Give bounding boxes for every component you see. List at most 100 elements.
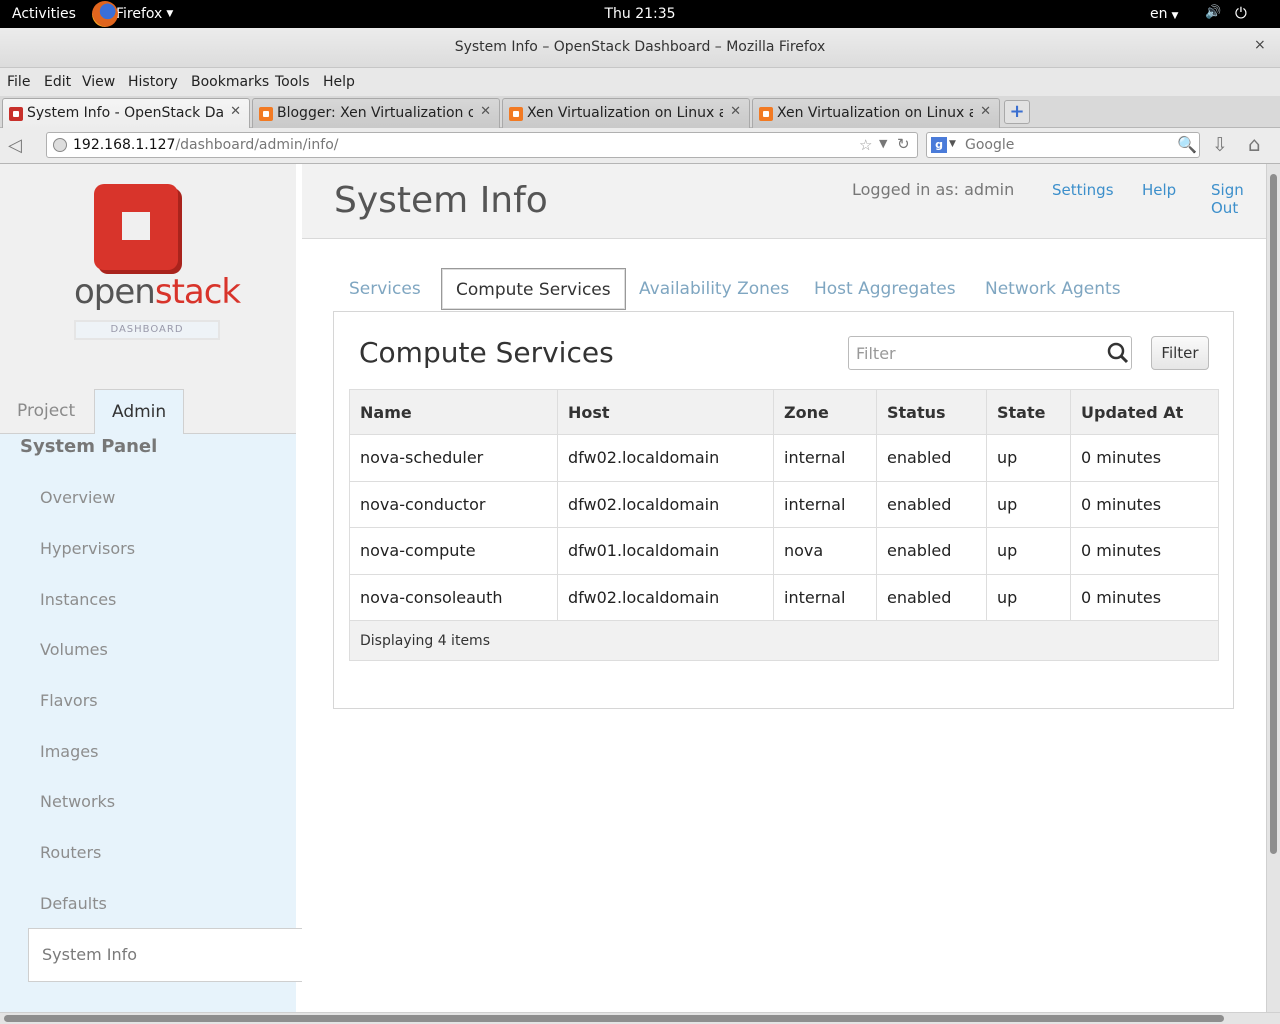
browser-tab-xen-2[interactable]: Xen Virtualization on Linux a... ✕ xyxy=(752,98,1000,128)
sidebar-item-overview[interactable]: Overview xyxy=(40,488,115,507)
search-bar[interactable]: g ▼ Google 🔍 xyxy=(926,132,1200,158)
sign-out-link[interactable]: Sign Out xyxy=(1211,181,1268,217)
menu-bookmarks[interactable]: Bookmarks xyxy=(191,74,269,90)
table-row: nova-scheduler dfw02.localdomain interna… xyxy=(349,434,1219,481)
activities-button[interactable]: Activities xyxy=(12,6,76,22)
horizontal-scrollbar[interactable] xyxy=(0,1012,1280,1024)
menu-edit[interactable]: Edit xyxy=(44,74,71,90)
help-link[interactable]: Help xyxy=(1142,181,1176,199)
menu-file[interactable]: File xyxy=(7,74,30,90)
sidebar-item-hypervisors[interactable]: Hypervisors xyxy=(40,539,135,558)
clock[interactable]: Thu 21:35 xyxy=(0,6,1280,22)
home-icon[interactable]: ⌂ xyxy=(1248,132,1261,156)
column-header-host[interactable]: Host xyxy=(557,389,774,435)
close-tab-icon[interactable]: ✕ xyxy=(730,104,741,119)
sidebar-item-instances[interactable]: Instances xyxy=(40,590,116,609)
table-footer-row: Displaying 4 items xyxy=(349,620,1219,661)
back-arrow-icon[interactable]: ◁ xyxy=(8,135,22,156)
table-row: nova-consoleauth dfw02.localdomain inter… xyxy=(349,573,1219,621)
app-menu-label: Firefox xyxy=(116,6,163,22)
main-content: System Info Logged in as: admin Settings… xyxy=(302,164,1268,1012)
blogger-favicon-icon xyxy=(259,107,273,121)
close-tab-icon[interactable]: ✕ xyxy=(230,104,241,119)
sidebar-item-defaults[interactable]: Defaults xyxy=(40,894,107,913)
close-tab-icon[interactable]: ✕ xyxy=(980,104,991,119)
sidebar-item-images[interactable]: Images xyxy=(40,742,98,761)
logged-in-user: Logged in as: admin xyxy=(852,180,1015,199)
cell-host: dfw02.localdomain xyxy=(557,573,774,621)
sidebar-item-system-info[interactable]: System Info xyxy=(28,928,304,982)
close-window-button[interactable]: × xyxy=(1254,37,1266,53)
volume-icon[interactable]: 🔊 xyxy=(1205,5,1221,20)
sidebar-item-networks[interactable]: Networks xyxy=(40,792,115,811)
cell-state: up xyxy=(986,573,1071,621)
search-icon[interactable]: 🔍 xyxy=(1177,135,1197,154)
page-header: System Info Logged in as: admin Settings… xyxy=(302,164,1268,239)
globe-icon xyxy=(53,138,67,152)
language-label: en xyxy=(1150,6,1168,22)
cell-state: up xyxy=(986,527,1071,574)
openstack-logo[interactable]: openstack DASHBOARD xyxy=(72,180,241,350)
cell-host: dfw01.localdomain xyxy=(557,527,774,574)
menu-history[interactable]: History xyxy=(128,74,178,90)
tab-admin[interactable]: Admin xyxy=(94,389,185,435)
download-icon[interactable]: ⇩ xyxy=(1212,134,1228,156)
cell-name: nova-compute xyxy=(349,527,558,574)
vertical-scrollbar-thumb[interactable] xyxy=(1270,174,1277,854)
tab-compute-services[interactable]: Compute Services xyxy=(441,268,626,310)
power-icon[interactable]: ⏻ xyxy=(1235,4,1247,22)
menu-help[interactable]: Help xyxy=(323,74,355,90)
system-panel-title[interactable]: System Panel xyxy=(20,436,157,457)
cell-name: nova-scheduler xyxy=(349,434,558,481)
column-header-updated-at[interactable]: Updated At xyxy=(1070,389,1219,435)
openstack-cube-icon xyxy=(94,184,178,270)
tab-services[interactable]: Services xyxy=(349,268,421,310)
app-menu[interactable]: Firefox ▼ xyxy=(92,1,174,27)
google-engine-icon[interactable]: g xyxy=(931,137,947,153)
tab-host-aggregates[interactable]: Host Aggregates xyxy=(814,268,956,310)
column-header-state[interactable]: State xyxy=(986,389,1071,435)
menu-tools[interactable]: Tools xyxy=(275,74,310,90)
cell-updated-at: 0 minutes xyxy=(1070,527,1219,574)
cell-zone: internal xyxy=(773,434,877,481)
vertical-scrollbar[interactable] xyxy=(1266,164,1280,1012)
new-tab-button[interactable]: + xyxy=(1004,100,1030,124)
filter-field[interactable] xyxy=(848,336,1132,370)
tab-network-agents[interactable]: Network Agents xyxy=(985,268,1121,310)
bookmark-star-icon[interactable]: ☆ xyxy=(859,136,872,154)
tab-availability-zones[interactable]: Availability Zones xyxy=(639,268,789,310)
chevron-down-icon[interactable]: ▼ xyxy=(949,139,956,149)
filter-button[interactable]: Filter xyxy=(1151,336,1209,370)
search-icon[interactable] xyxy=(1107,341,1129,365)
cell-status: enabled xyxy=(876,527,987,574)
tab-project[interactable]: Project xyxy=(0,389,92,434)
close-tab-icon[interactable]: ✕ xyxy=(480,104,491,119)
sidebar-item-routers[interactable]: Routers xyxy=(40,843,101,862)
column-header-zone[interactable]: Zone xyxy=(773,389,877,435)
gnome-top-bar: Activities Firefox ▼ Thu 21:35 en ▼ 🔊 ⏻ xyxy=(0,0,1280,28)
url-bar[interactable]: 192.168.1.127/dashboard/admin/info/ ☆ ▼ … xyxy=(46,132,918,158)
cell-status: enabled xyxy=(876,434,987,481)
sidebar-item-volumes[interactable]: Volumes xyxy=(40,640,108,659)
menu-view[interactable]: View xyxy=(82,74,115,90)
reload-icon[interactable]: ↻ xyxy=(897,135,910,153)
column-header-status[interactable]: Status xyxy=(876,389,987,435)
browser-tab-blogger[interactable]: Blogger: Xen Virtualization o... ✕ xyxy=(252,98,500,128)
cell-status: enabled xyxy=(876,573,987,621)
cell-state: up xyxy=(986,480,1071,528)
sidebar-item-flavors[interactable]: Flavors xyxy=(40,691,98,710)
browser-tab-xen-1[interactable]: Xen Virtualization on Linux a... ✕ xyxy=(502,98,750,128)
column-header-name[interactable]: Name xyxy=(349,389,558,435)
browser-tab-system-info[interactable]: System Info - OpenStack Da... ✕ xyxy=(2,98,250,129)
url-dropdown-icon[interactable]: ▼ xyxy=(879,137,887,150)
url-host: 192.168.1.127 xyxy=(73,137,176,153)
table-row: nova-compute dfw01.localdomain nova enab… xyxy=(349,527,1219,574)
filter-input[interactable] xyxy=(849,337,1099,369)
horizontal-scrollbar-thumb[interactable] xyxy=(4,1015,1224,1022)
window-title: System Info – OpenStack Dashboard – Mozi… xyxy=(454,39,826,55)
language-indicator[interactable]: en ▼ xyxy=(1150,6,1178,22)
search-placeholder: Google xyxy=(965,137,1015,153)
chevron-down-icon: ▼ xyxy=(166,9,174,19)
settings-link[interactable]: Settings xyxy=(1052,181,1114,199)
content-tabs: Services Compute Services Availability Z… xyxy=(334,268,1234,312)
